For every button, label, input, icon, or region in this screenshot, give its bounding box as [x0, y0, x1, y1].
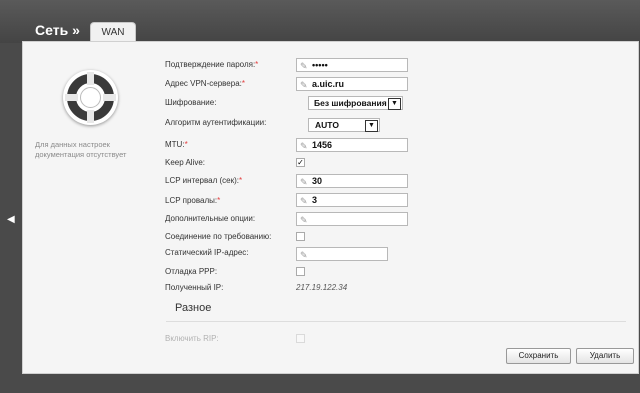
documentation-note: Для данных настроек документация отсутст…	[35, 140, 127, 159]
section-title[interactable]: Сеть »	[35, 22, 80, 38]
lcp-interval-input[interactable]: ✎ 30	[296, 174, 408, 188]
encryption-label: Шифрование:	[165, 98, 217, 107]
auth-algo-label: Алгоритм аутентификации:	[165, 118, 267, 127]
vpn-server-input[interactable]: ✎ a.uic.ru	[296, 77, 408, 91]
extra-options-label: Дополнительные опции:	[165, 214, 256, 223]
lcp-interval-label: LCP интервал (сек):*	[165, 176, 243, 185]
pencil-icon: ✎	[300, 177, 308, 187]
lcp-fails-label: LCP провалы:*	[165, 196, 221, 205]
pencil-icon: ✎	[300, 215, 308, 225]
settings-panel: Для данных настроек документация отсутст…	[22, 41, 639, 374]
encryption-select[interactable]: Без шифрования ▼	[308, 96, 403, 110]
mtu-label: MTU:*	[165, 140, 188, 149]
static-ip-label: Статический IP-адрес:	[165, 248, 249, 257]
auth-algo-select[interactable]: AUTO ▼	[308, 118, 380, 132]
static-ip-input[interactable]: ✎	[296, 247, 388, 261]
keep-alive-label: Keep Alive:	[165, 158, 206, 167]
pencil-icon: ✎	[300, 80, 308, 90]
chevron-down-icon: ▼	[365, 120, 378, 132]
password-confirm-label: Подтверждение пароля:*	[165, 60, 259, 69]
rip-label: Включить RIP:	[165, 334, 219, 343]
chevron-down-icon: ▼	[388, 98, 401, 110]
password-confirm-input[interactable]: ✎ •••••	[296, 58, 408, 72]
divider	[166, 321, 626, 322]
chevron-left-icon[interactable]: ◀	[7, 214, 15, 225]
delete-button[interactable]: Удалить	[576, 348, 634, 364]
lcp-fails-input[interactable]: ✎ 3	[296, 193, 408, 207]
rip-checkbox[interactable]	[296, 334, 305, 343]
misc-section-title: Разное	[175, 302, 212, 314]
pencil-icon: ✎	[300, 141, 308, 151]
pencil-icon: ✎	[300, 196, 308, 206]
on-demand-label: Соединение по требованию:	[165, 232, 272, 241]
on-demand-checkbox[interactable]	[296, 232, 305, 241]
received-ip-value: 217.19.122.34	[296, 283, 348, 292]
save-button[interactable]: Сохранить	[506, 348, 571, 364]
lifebuoy-icon	[63, 70, 118, 125]
ppp-debug-label: Отладка PPP:	[165, 267, 218, 276]
extra-options-input[interactable]: ✎	[296, 212, 408, 226]
ppp-debug-checkbox[interactable]	[296, 267, 305, 276]
vpn-server-label: Адрес VPN-сервера:*	[165, 79, 245, 88]
received-ip-label: Полученный IP:	[165, 283, 224, 292]
pencil-icon: ✎	[300, 250, 308, 260]
pencil-icon: ✎	[300, 61, 308, 71]
tab-wan[interactable]: WAN	[90, 22, 136, 43]
mtu-input[interactable]: ✎ 1456	[296, 138, 408, 152]
keep-alive-checkbox[interactable]: ✓	[296, 158, 305, 167]
